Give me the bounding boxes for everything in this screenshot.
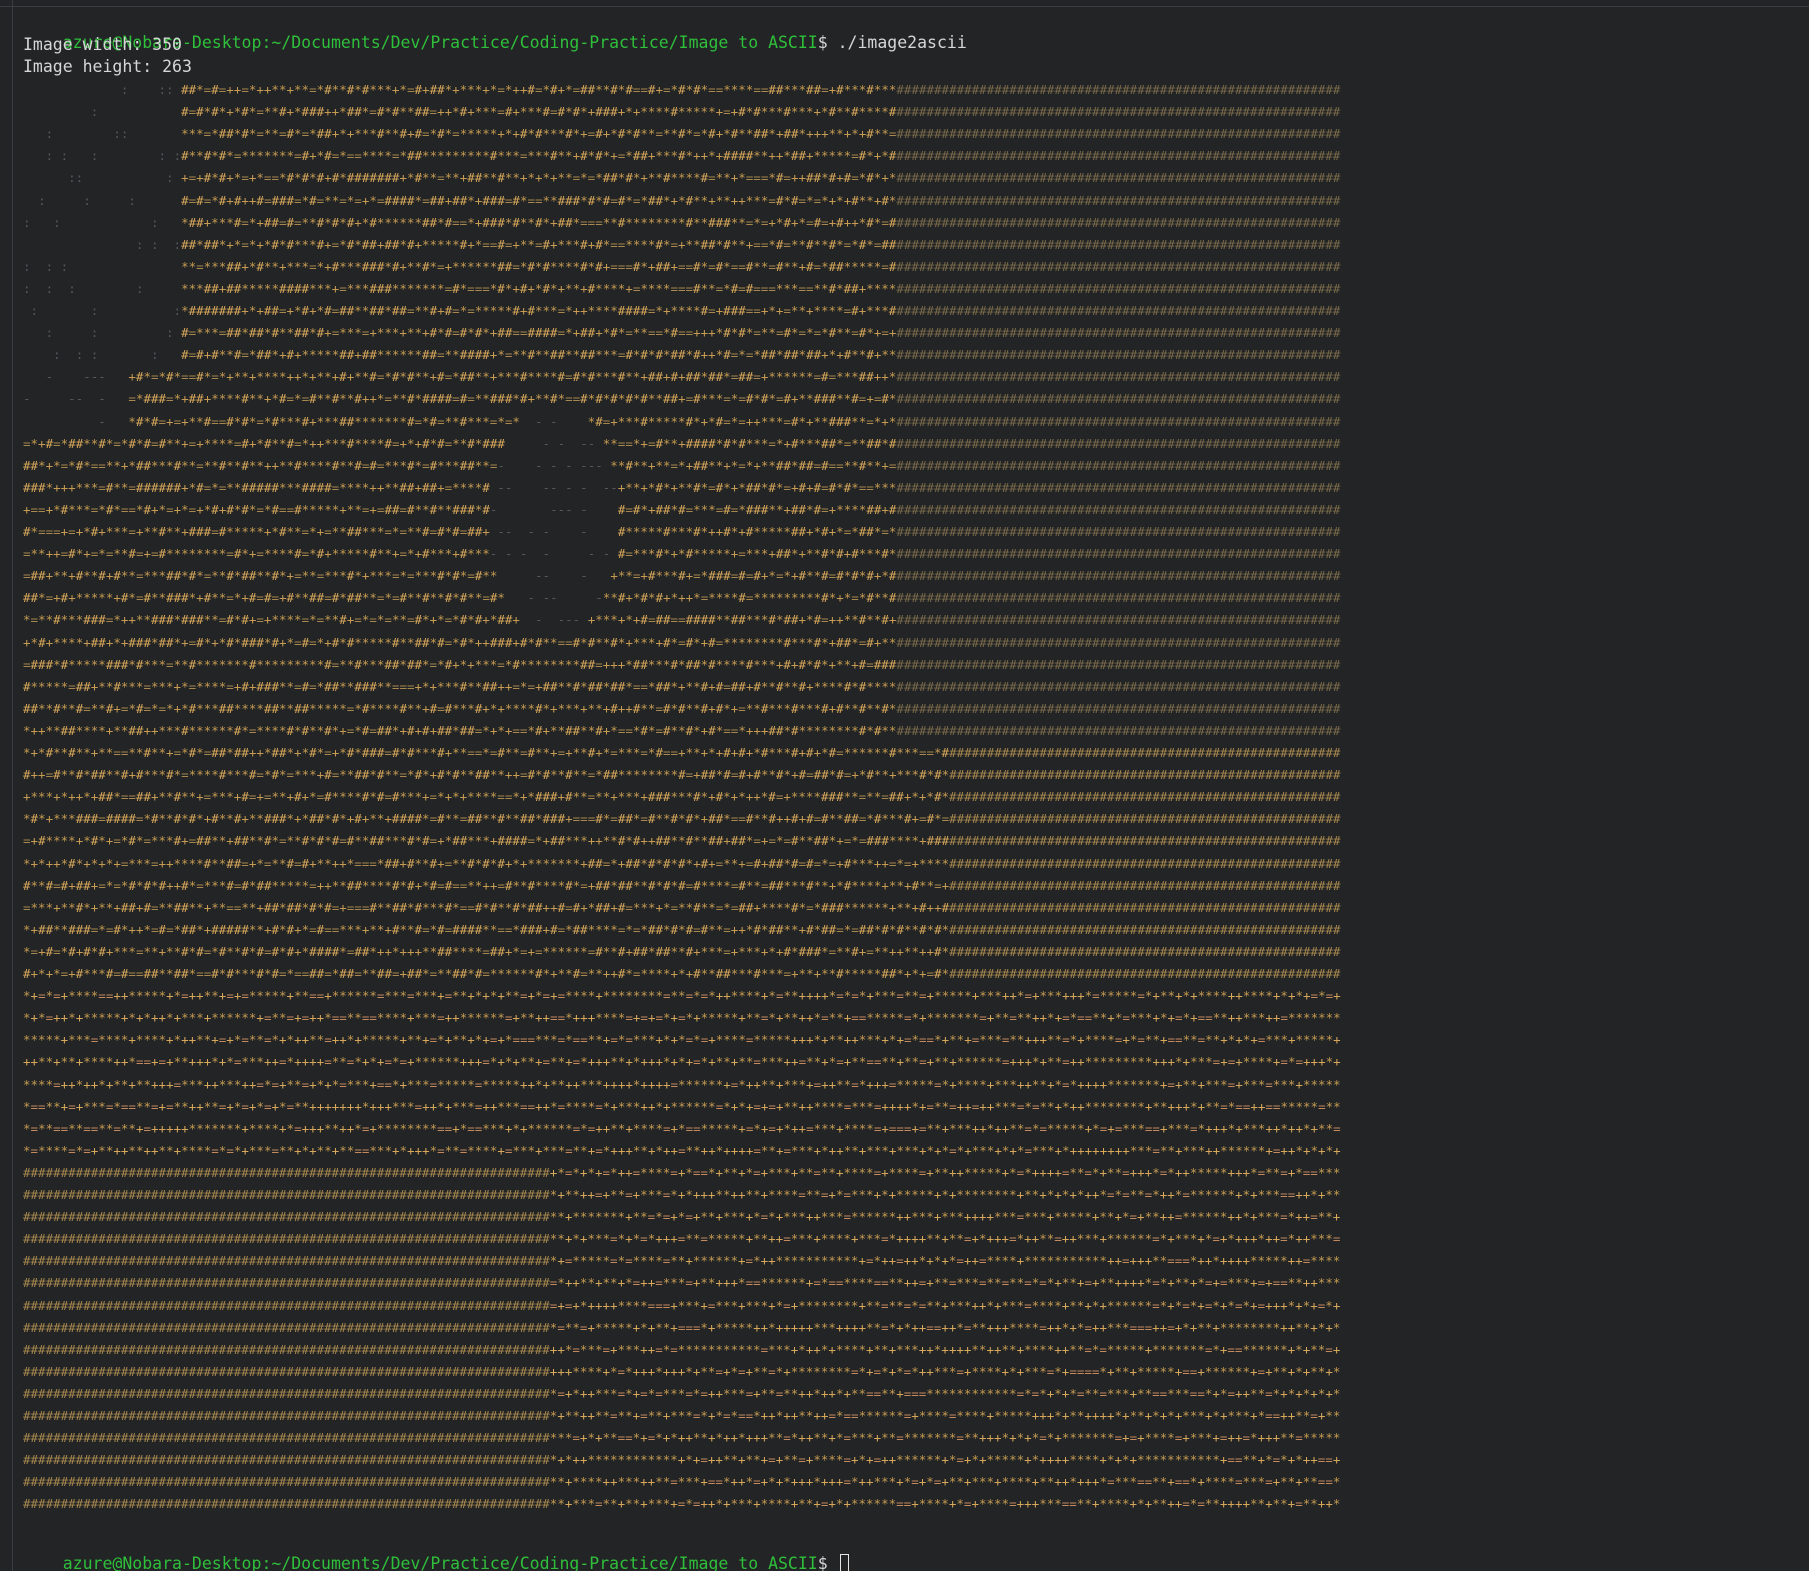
ascii-art-row: *+##**###=*=#*++*=#=*##*+#####**+#*#+*=#… xyxy=(23,921,1341,937)
ascii-art-row: *=+#=*#+#*#+***=**+**#*#=*#**#*#=#*#+*##… xyxy=(23,943,1341,959)
ascii-art-row: ++**+**+****++*==+=+**+++*+*=***++=*++++… xyxy=(23,1054,1341,1070)
ascii-art-row: : : : #=#=*#+#++#=###=*#=**=*=+*=####*=#… xyxy=(38,192,1341,208)
prompt-command: ./image2ascii xyxy=(837,33,967,52)
ascii-art-row: *++**##****+**##++***#******#*=****#*#**… xyxy=(23,722,1341,738)
ascii-art-row: ########################################… xyxy=(23,1209,1341,1225)
ascii-art-row: +***+*++*+##*==##+**#**+=***+#=+=**+#+*=… xyxy=(23,789,1341,805)
ascii-art-row: : #=#*#*+*#*=**#+*###++*##*=#*#**##=++*#… xyxy=(90,104,1341,120)
ascii-art-row: ****=++*++*+**+**+++=***++***++=*=+**=+*… xyxy=(23,1076,1341,1092)
ascii-art-row: ########################################… xyxy=(23,1253,1341,1269)
ascii-art-row: ########################################… xyxy=(23,1385,1341,1401)
ascii-art-output: : :: ##*=#=++=*++**+**=*#**#*#***+*=#+##… xyxy=(23,79,1773,1519)
ascii-art-row: +*#+****+##+*+###*##*+=#*+*#*###*#+*=#=*… xyxy=(23,634,1341,650)
ascii-art-row: *==**+=+***=*==**=+=**++**=+*=+*=+*=**++… xyxy=(23,1098,1341,1114)
ascii-art-row: : : :##*##*+*=*+*#*#***#+=*#*##+##*#+***… xyxy=(135,236,1341,252)
ascii-art-row: : :: ***=*##*#*=**=#*=*##+*+***#**#+#=*#… xyxy=(45,126,1341,142)
ascii-art-row: *#*+***###=####=*#**#*#*+#**#+**###*+*##… xyxy=(23,811,1341,827)
ascii-art-row: =###*#*****###*#***=**#*******#*********… xyxy=(23,656,1341,672)
ascii-art-row: : :: ##*=#=++=*++**+**=*#**#*#***+*=#+##… xyxy=(120,82,1341,97)
ascii-art-row: - -- - =*###=*+##+****#**+*#=*=#**#**#++… xyxy=(23,391,1341,407)
ascii-art-row: ########################################… xyxy=(23,1187,1341,1202)
window-top-border xyxy=(0,6,1809,7)
ascii-art-row: =**++=#*+=*=**#=+=#********=#*+=****#=*#… xyxy=(23,546,1341,562)
ascii-art-row: =+#****+*#*+=*#*=***#+=##**+##**#*=**#*#… xyxy=(23,833,1341,849)
ascii-art-row: =*+#=*##**#*=*#*#=#**+=+****=#+*#**#=*++… xyxy=(23,435,1341,451)
ascii-art-row: *=****=*=+**++**++**+****=*=*+***=**+*+*… xyxy=(23,1142,1341,1158)
ascii-art-row: #*===+=+*#+***=+**#**+###=#*****+*#**=*+… xyxy=(23,524,1341,539)
ascii-art-row: - --- +#*=*#*==#*=*+**+****++*+**+#+**#=… xyxy=(45,369,1341,385)
ascii-art-row: *+*#**#**+**==**#**+=*#*=##*##++*##*+*#*… xyxy=(23,745,1341,760)
ascii-art-row: #*****=##+**#***=***+*=****=+#+###**=#=*… xyxy=(23,678,1341,694)
ascii-art-row: ########################################… xyxy=(23,1231,1341,1247)
ascii-art-row: : : : : ***##+##*****####***+=***###****… xyxy=(23,280,1341,296)
ascii-art-row: #+*+*=+#***#=#==##**##*==#*#***#*#=*==##… xyxy=(23,966,1341,981)
prompt-dollar: $ xyxy=(817,33,838,52)
ascii-art-row: *=**#***###=*++**###*###**=#*#+=+****=*=… xyxy=(23,612,1341,628)
ascii-art-row: =##+**+#**#+#**=***##*#*=**#*##**#*+=**=… xyxy=(23,568,1341,584)
ascii-art-row: ########################################… xyxy=(23,1474,1341,1490)
output-width-line: Image width: 350 xyxy=(23,35,182,54)
output-height-line: Image height: 263 xyxy=(23,57,192,76)
prompt-user-host: azure@Nobara-Desktop xyxy=(62,1554,262,1571)
ascii-art-row: ########################################… xyxy=(23,1363,1341,1379)
text-cursor xyxy=(839,1554,849,1571)
ascii-art-row: #**#=#+##+=*=*#*#*#++#*=***#=#*##*****=+… xyxy=(23,877,1341,893)
ascii-art-row: : : : : #=#+#**#=*##*+#+*****##+##******… xyxy=(53,347,1341,363)
ascii-art-row: ########################################… xyxy=(23,1164,1341,1180)
ascii-art-row: ########################################… xyxy=(23,1408,1341,1423)
window-left-border xyxy=(12,0,13,1571)
ascii-art-row: ########################################… xyxy=(23,1496,1341,1512)
ascii-art-row: ###*+++***=#**=######+*#=*=**#####***###… xyxy=(23,479,1341,495)
prompt-dollar: $ xyxy=(817,1554,838,1571)
ascii-art-row: ##*+*=*#*==**+*##***#**=**#**#**++**#***… xyxy=(23,457,1341,473)
ascii-art-row: ##*=+#+*****+#*=#**###*+#**=*+#=#=+#**##… xyxy=(23,590,1341,606)
ascii-art-row: ########################################… xyxy=(23,1297,1341,1313)
ascii-art-row: ########################################… xyxy=(23,1430,1341,1446)
ascii-art-row: *+*++*#*+*+*+=***=++****#**##=+*=**#=#+*… xyxy=(23,855,1341,871)
ascii-art-row: - *#*#=+=+**#==#*#*=*#***#+***##*******#… xyxy=(98,413,1341,429)
ascii-art-row: : : : : :#**#*#*=*******=#+*#=*==****=*#… xyxy=(45,148,1341,164)
ascii-art-row: :: : +=+#*#+*=+*==*#*#*#+#*#######+*#**=… xyxy=(68,170,1341,186)
ascii-art-row: : : : **=***##+*#**+***=*+#***###*#+**#*… xyxy=(23,258,1341,274)
ascii-art-row: : : : #=***=##*##*#**##*#+=***=+***+**+#… xyxy=(45,325,1341,341)
prompt-path: :~/Documents/Dev/Practice/Coding-Practic… xyxy=(261,33,818,52)
ascii-art-row: +==+*#***=*#*==*#+*=+*=+*#+#*#*=*#==#***… xyxy=(23,501,1341,517)
ascii-art-row: *+*=++*+*****+*+*++*+***+******+=**=+=++… xyxy=(23,1010,1341,1026)
ascii-art-row: ##**#**#=**#+=*#=*=*+*#***##****##**##**… xyxy=(23,700,1341,716)
ascii-art-row: =***+**#*+**+##+#=**##**+**==**+##*##*#*… xyxy=(23,899,1341,915)
ascii-art-row: #++=#**#*##**#+#***#*=****#***#=*#*=***+… xyxy=(23,767,1341,783)
ascii-art-row: ########################################… xyxy=(23,1275,1341,1291)
ascii-art-row: ########################################… xyxy=(23,1341,1341,1357)
ascii-art-row: ########################################… xyxy=(23,1452,1341,1468)
ascii-art-row: ########################################… xyxy=(23,1319,1341,1335)
ascii-art-row: : : :*#######+*+##=+*#+*#=##**##*##=**#+… xyxy=(30,303,1341,318)
ascii-art-row: : : : *##+***#=*+##=#=**#*#*#+*#******##… xyxy=(23,214,1341,230)
ascii-art-row: *=**==**==**=**+=+++++*******+****+*=+++… xyxy=(23,1120,1341,1136)
prompt-path: :~/Documents/Dev/Practice/Coding-Practic… xyxy=(261,1554,818,1571)
ascii-art-row: *+=*=+****==++*****+*=++**+=+=*****+**==… xyxy=(23,988,1341,1004)
terminal-window[interactable]: azure@Nobara-Desktop:~/Documents/Dev/Pra… xyxy=(0,0,1809,1571)
ascii-art-row: *****+***=****+****+*++**+=+*=**=*+*++**… xyxy=(23,1032,1341,1048)
prompt-line-bottom[interactable]: azure@Nobara-Desktop:~/Documents/Dev/Pra… xyxy=(23,1531,849,1571)
